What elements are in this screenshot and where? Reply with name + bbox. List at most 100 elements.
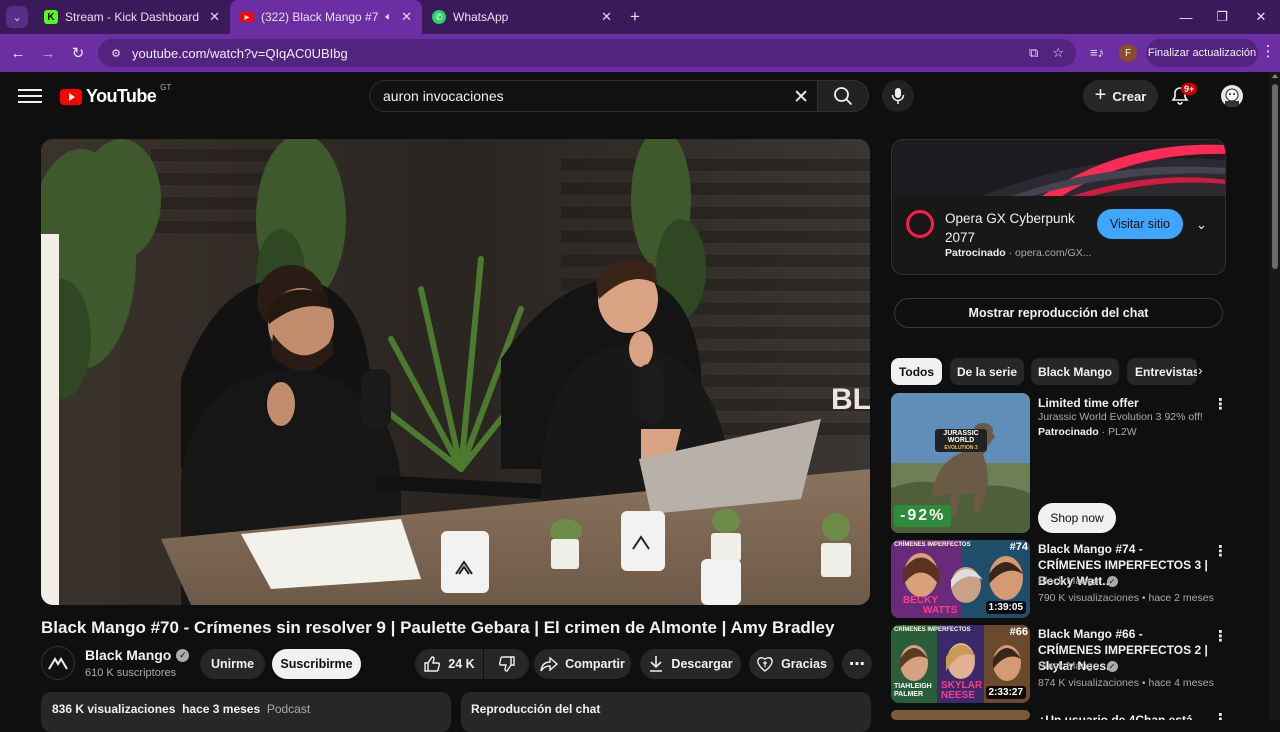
search-button[interactable] [817,80,869,112]
podcast-tag[interactable]: Podcast [267,702,310,716]
back-icon[interactable]: ← [3,38,33,68]
tab-youtube-black-mango[interactable]: ▸ (322) Black Mango #70 - Cr 🔈︎ ✕ [230,0,422,34]
menu-hamburger-icon[interactable] [18,86,42,106]
episode-number: #74 [1009,541,1028,553]
thumb-name: TIAHLEIGH PALMER [894,683,932,698]
search-input[interactable]: auron invocaciones ✕ [369,80,817,112]
tab-kick-dashboard[interactable]: K Stream - Kick Dashboard ✕ [34,0,230,34]
related-video[interactable]: CRÍMENES IMPERFECTOS #66 TIAHLEIGH PALME… [891,625,1228,703]
video-player[interactable]: BL [41,139,870,605]
description-box[interactable]: 836 K visualizaciones hace 3 meses Podca… [41,692,451,732]
new-tab-icon[interactable]: + [630,7,640,27]
clear-search-icon[interactable]: ✕ [793,86,809,109]
close-window-icon[interactable]: ✕ [1242,0,1280,34]
media-controls-icon[interactable]: ≡♪ [1090,45,1104,60]
create-button[interactable]: + Crear [1083,80,1158,112]
site-info-icon[interactable]: ⚙ [108,45,124,61]
visit-site-button[interactable]: Visitar sitio [1097,209,1183,239]
thanks-button[interactable]: Gracias [749,649,834,679]
sponsored-label: Patrocinado [945,247,1006,259]
share-button[interactable]: Compartir [534,649,631,679]
page-scrollbar[interactable] [1270,72,1280,720]
related-video[interactable]: CRÍMENES IMPERFECTOS #74 BECKY WATTS 1:3… [891,540,1228,618]
notification-badge: 9+ [1181,83,1198,95]
channel-avatar[interactable] [41,646,75,680]
promo-more-icon[interactable]: ⋮ [1213,395,1228,413]
related-more-icon[interactable]: ⋮ [1213,710,1226,720]
maximize-icon[interactable]: ❐ [1203,0,1241,34]
thumbs-up-icon [424,656,441,672]
promo-thumbnail: JURASSIC WORLD EVOLUTION 3 -92% [891,393,1030,533]
subscribe-button[interactable]: Suscribirme [272,649,361,679]
related-more-icon[interactable]: ⋮ [1213,542,1228,560]
super-thanks-icon [757,657,773,672]
youtube-play-icon [60,88,82,105]
related-video[interactable]: ¿Un usuario de 4Chan está... ⋮ [891,710,1226,720]
related-thumbnail [891,710,1030,720]
profile-avatar[interactable]: F [1119,44,1137,62]
join-button[interactable]: Unirme [200,649,265,679]
tab-title: Stream - Kick Dashboard [65,10,200,24]
scroll-up-arrow-icon[interactable] [1272,74,1278,78]
chip-de-la-serie[interactable]: De la serie [950,358,1024,385]
channel-name[interactable]: Black Mango ✓ [85,647,190,663]
show-chat-replay-button[interactable]: Mostrar reproducción del chat [894,298,1223,328]
minimize-icon[interactable]: — [1167,0,1205,34]
dislike-button[interactable] [484,649,529,679]
chip-black-mango[interactable]: Black Mango [1031,358,1119,385]
thumb-kicker: CRÍMENES IMPERFECTOS [894,542,971,548]
like-count: 24 K [448,657,475,671]
voice-search-button[interactable] [882,80,914,112]
forward-icon[interactable]: → [33,38,63,68]
search-query: auron invocaciones [383,88,504,104]
related-channel: Black Mango ✓ [1038,575,1118,587]
promoted-item[interactable]: JURASSIC WORLD EVOLUTION 3 -92% Limited … [891,393,1228,533]
promo-title: Limited time offer [1038,396,1139,410]
chat-replay-panel[interactable]: Reproducción del chat [461,692,871,732]
download-button[interactable]: Descargar [640,649,741,679]
like-button[interactable]: 24 K [415,649,483,679]
ad-title: Opera GX Cyberpunk 2077 [945,211,1075,245]
kick-icon: K [44,10,58,24]
thumb-name: SKYLAR NEESE [941,680,983,701]
browser-menu-icon[interactable]: ⋮ [1258,42,1278,64]
upload-age: hace 3 meses [182,702,261,716]
address-bar[interactable]: ⚙ youtube.com/watch?v=QIqAC0UBIbg ⧉ ☆ [98,39,1076,67]
scrollbar-thumb[interactable] [1272,84,1278,269]
video-title: Black Mango #70 - Crímenes sin resolver … [41,618,835,637]
account-avatar[interactable] [1221,85,1243,107]
ad-banner-image [892,140,1225,196]
chip-entrevistas[interactable]: Entrevistas [1127,358,1197,385]
tab-whatsapp[interactable]: ✆ WhatsApp ✕ [422,0,622,34]
close-tab-icon[interactable]: ✕ [209,9,220,25]
notifications-button[interactable]: 9+ [1170,83,1198,108]
reload-icon[interactable]: ↻ [63,38,93,68]
tab-search-dropdown-icon[interactable]: ⌄ [6,6,28,28]
youtube-icon: ▸ [240,12,254,23]
download-label: Descargar [671,657,733,671]
related-more-icon[interactable]: ⋮ [1213,627,1228,645]
verified-check-icon: ✓ [1106,661,1118,672]
install-app-icon[interactable]: ⧉ [1029,45,1038,61]
promo-sponsor-line: Patrocinado · PL2W [1038,426,1137,438]
chevron-down-icon[interactable]: ⌄ [1196,217,1207,233]
youtube-header: YouTube GT auron invocaciones ✕ + Crear … [0,72,1280,120]
close-tab-icon[interactable]: ✕ [601,9,612,25]
chips-next-arrow-icon[interactable]: › [1198,362,1216,382]
chip-todos[interactable]: Todos [891,358,942,385]
bookmark-star-icon[interactable]: ☆ [1052,45,1064,61]
share-icon [540,656,559,672]
episode-number: #66 [1009,626,1028,638]
update-button[interactable]: Finalizar actualización [1146,39,1258,67]
audio-playing-icon[interactable]: 🔈︎ [385,11,392,24]
shop-now-button[interactable]: Shop now [1038,503,1116,533]
thumb-name: WATTS [923,605,958,616]
youtube-logo[interactable]: YouTube GT [60,83,171,107]
promo-subtitle: Jurassic World Evolution 3 92% off! [1038,411,1203,423]
sponsored-ad-card[interactable]: Opera GX Cyberpunk 2077 Patrocinado · op… [891,139,1226,275]
more-actions-button[interactable]: ⋯ [842,649,872,679]
close-tab-icon[interactable]: ✕ [401,9,412,25]
address-toolbar: ← → ↻ ⚙ youtube.com/watch?v=QIqAC0UBIbg … [0,34,1280,72]
logo-text: YouTube [86,86,157,106]
related-thumbnail: CRÍMENES IMPERFECTOS #74 BECKY WATTS 1:3… [891,540,1030,618]
